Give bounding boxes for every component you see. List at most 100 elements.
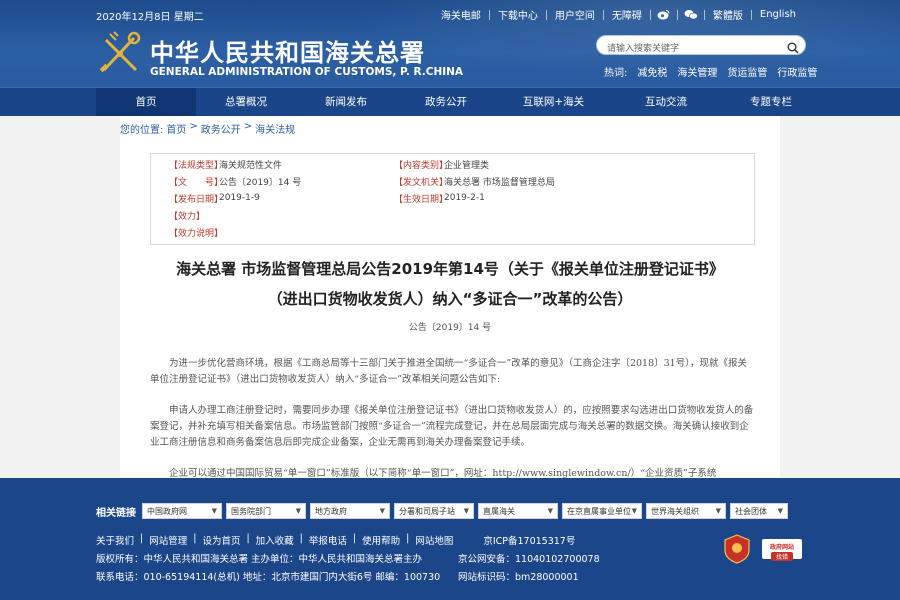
document-title-line-2: （进出口货物收发货人）纳入“多证合一”改革的公告） [267,290,633,308]
related-links: 相关链接 中国政府网 ▼ 国务院部门 ▼ 地方政府 ▼ 分署和司局子站 ▼ 直属海关 ▼ … [96,503,792,519]
chevron-down-icon: ▼ [295,507,301,515]
english-link[interactable]: English [752,9,804,20]
paragraph: 为进一步优化营商环境，根据《工商总局等十三部门关于推进全国统一“多证合一”改革的… [150,358,747,385]
footer-link-about[interactable]: 关于我们 [96,533,134,547]
breadcrumb-home[interactable]: 首页 [166,121,186,136]
select-value: 直属海关 [483,506,515,516]
site-title-chinese[interactable]: 中华人民共和国海关总署 [150,33,425,68]
meta-label: 【生效日期】 [394,194,449,205]
meta-row: 【发布日期】 2019-1-9 【生效日期】 2019-2-1 [169,191,485,205]
nav-item-government-affairs[interactable]: 政务公开 [396,88,496,116]
footer-links: 关于我们 | 网站管理 | 设为首页 | 加入收藏 | 举报电话 | 使用帮助 | 网站地图… [96,533,575,547]
meta-label: 【发布日期】 [169,194,224,205]
meta-value: 2019-2-1 [444,193,485,203]
footer-link-report[interactable]: 举报电话 [309,533,347,547]
nav-item-special-topics[interactable]: 专题专栏 [721,88,821,116]
site-header: 2020年12月8日 星期二 海关电邮 下载中心 用户空间 无障碍 繁體版 En… [0,0,900,87]
top-link-accessibility[interactable]: 无障碍 [604,7,650,22]
hot-word[interactable]: 减免税 [637,64,667,79]
select-value: 社会团体 [735,506,767,516]
link-select-bureaus[interactable]: 分署和司局子站 ▼ [394,503,474,519]
badge-text: 政府网站 [769,544,794,551]
wechat-icon[interactable] [684,8,698,22]
meta-label: 【效力】 [169,211,206,222]
link-select-customs[interactable]: 直属海关 ▼ [478,503,558,519]
hot-words-label: 热词: [604,68,628,79]
link-select-institutions[interactable]: 在京直属事业单位 ▼ [562,503,642,519]
copyright-sponsor: 版权所有：中华人民共和国海关总署 主办单位：中华人民共和国海关总署主办 [96,554,423,565]
meta-label: 【文 号】 [169,177,224,188]
meta-label: 【效力说明】 [169,228,224,239]
footer-link-set-home[interactable]: 设为首页 [202,533,240,547]
divider: | [140,533,144,544]
search-input[interactable] [607,40,787,58]
top-link-mail[interactable]: 海关电邮 [433,7,489,22]
nav-item-home[interactable]: 首页 [96,88,196,116]
select-value: 地方政府 [315,506,347,516]
breadcrumb-regulations[interactable]: 海关法规 [255,121,295,136]
related-links-label: 相关链接 [96,507,136,519]
hot-word[interactable]: 海关管理 [677,64,717,79]
icp-number[interactable]: 京ICP备17015317号 [483,533,575,547]
contact-info: 联系电话：010-65194114(总机) 地址：北京市建国门内大街6号 邮编：… [96,572,441,583]
divider: | [246,533,250,544]
chevron-down-icon: ▼ [211,507,217,515]
footer-link-help[interactable]: 使用帮助 [362,533,400,547]
chevron-down-icon: ▼ [379,507,385,515]
meta-label: 【发文机关】 [394,177,449,188]
meta-row: 【效力】 [169,208,219,222]
badge-subtext: 找错 [771,552,793,561]
footer-contact-row: 联系电话：010-65194114(总机) 地址：北京市建国门内大街6号 邮编：… [96,569,579,583]
meta-row: 【法规类型】 海关规范性文件 【内容类别】 企业管理类 [169,157,489,171]
link-select-wco[interactable]: 世界海关组织 ▼ [646,503,726,519]
hot-words: 热词: 减免税 海关管理 货运监管 行政监管 [604,64,827,79]
footer-link-favorite[interactable]: 加入收藏 [256,533,294,547]
meta-label: 【法规类型】 [169,160,224,171]
current-date: 2020年12月8日 星期二 [96,12,204,23]
document-title-line-1: 海关总署 市场监督管理总局公告2019年第14号（关于《报关单位注册登记证书》 [176,260,724,278]
link-select-gov[interactable]: 中国政府网 ▼ [142,503,222,519]
nav-item-overview[interactable]: 总署概况 [196,88,296,116]
divider: | [352,533,357,544]
divider: | [193,533,197,544]
divider: | [299,533,303,544]
nav-item-interaction[interactable]: 互动交流 [611,88,721,116]
police-record[interactable]: 京公网安备：11040102700078 [458,551,600,565]
divider [649,9,651,20]
breadcrumb-government-affairs[interactable]: 政务公开 [201,121,241,136]
chevron-down-icon: ▼ [547,507,553,515]
footer-link-site-admin[interactable]: 网站管理 [149,533,187,547]
footer-sponsor-row: 版权所有：中华人民共和国海关总署 主办单位：中华人民共和国海关总署主办 京公网安… [96,551,600,565]
hot-word[interactable]: 行政监管 [777,64,817,79]
traditional-chinese-link[interactable]: 繁體版 [705,7,751,22]
content-area: 您的位置: 首页 > 政务公开 > 海关法规 【法规类型】 海关规范性文件 【内… [120,116,780,481]
link-select-state-council[interactable]: 国务院部门 ▼ [226,503,306,519]
customs-emblem-icon[interactable] [96,30,144,76]
weibo-icon[interactable] [657,8,671,22]
document-number: 公告〔2019〕14 号 [408,323,492,333]
party-government-badge-icon[interactable] [724,534,750,564]
main-nav: 首页 总署概况 新闻发布 政务公开 互联网+海关 互动交流 专题专栏 [0,87,900,116]
link-select-social-groups[interactable]: 社会团体 ▼ [730,503,788,519]
meta-value: 公告〔2019〕14 号 [219,177,302,188]
meta-value: 海关规范性文件 [219,160,283,171]
chevron-down-icon: ▼ [715,507,721,515]
chevron-down-icon: ▼ [777,507,783,515]
divider [676,9,678,20]
footer-link-sitemap[interactable]: 网站地图 [415,533,453,547]
nav-item-internet-customs[interactable]: 互联网+海关 [496,88,611,116]
chevron-down-icon: ▼ [631,507,637,515]
select-value: 中国政府网 [147,506,187,516]
gov-site-error-report-badge[interactable]: 政府网站 找错 [762,539,802,561]
nav-item-news[interactable]: 新闻发布 [296,88,396,116]
breadcrumb-separator: > [189,121,198,132]
hot-word[interactable]: 货运监管 [727,64,767,79]
search-icon[interactable] [787,39,799,54]
link-select-local-gov[interactable]: 地方政府 ▼ [310,503,390,519]
top-link-download[interactable]: 下载中心 [490,7,546,22]
select-value: 分署和司局子站 [399,506,455,516]
top-link-user-space[interactable]: 用户空间 [547,7,603,22]
chevron-down-icon: ▼ [463,507,469,515]
breadcrumb: 您的位置: 首页 > 政务公开 > 海关法规 [120,121,298,136]
site-identifier: 网站标识码：bm28000001 [458,572,579,583]
